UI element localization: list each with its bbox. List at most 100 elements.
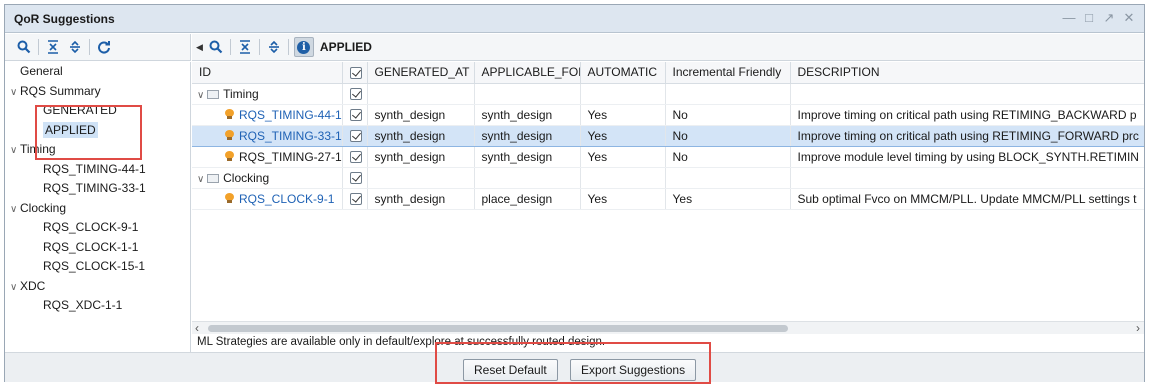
id-cell[interactable]: RQS_TIMING-33-1 — [192, 124, 343, 147]
close-icon[interactable]: ✕ — [1122, 10, 1136, 26]
column-header[interactable]: Incremental Friendly — [665, 62, 791, 84]
suggestion-link[interactable]: RQS_CLOCK-9-1 — [239, 192, 334, 206]
highlight-box — [435, 342, 711, 384]
checkbox-cell — [342, 124, 368, 147]
collapse-all-icon[interactable] — [42, 37, 64, 57]
table-row[interactable]: RQS_CLOCK-9-1 synth_design place_design Yes… — [192, 188, 1144, 210]
column-header[interactable]: GENERATED_AT — [367, 62, 475, 84]
applicable-for-cell: place_design — [474, 188, 581, 210]
tree-item[interactable]: General — [5, 62, 190, 82]
tree-item-label: RQS_CLOCK-15-1 — [43, 259, 146, 273]
description-cell: Sub optimal Fvco on MMCM/PLL. Update MMC… — [790, 188, 1144, 210]
scroll-left-icon[interactable]: ‹ — [195, 321, 199, 335]
tree-item[interactable]: RQS_XDC-1-1 — [5, 296, 190, 316]
generated-at-cell: synth_design — [367, 188, 475, 210]
expand-all-icon[interactable] — [263, 37, 285, 57]
tree-item[interactable]: RQS_TIMING-44-1 — [5, 160, 190, 180]
search-icon[interactable] — [13, 37, 35, 57]
caret-left-icon: ◀ — [196, 41, 203, 52]
expand-all-icon[interactable] — [64, 37, 86, 57]
table-group-row[interactable]: ∨ Clocking — [192, 167, 1144, 189]
column-header[interactable]: ID — [192, 62, 343, 84]
window-controls: — □ ↗ ✕ — [1062, 10, 1136, 26]
id-cell[interactable]: RQS_CLOCK-9-1 — [192, 188, 343, 210]
folder-icon — [207, 89, 220, 99]
apply-checkbox[interactable] — [349, 172, 362, 185]
minimize-icon[interactable]: — — [1062, 10, 1076, 26]
chevron-down-icon[interactable]: ∨ — [10, 200, 20, 220]
tree-item-label: RQS_TIMING-44-1 — [43, 161, 146, 176]
applicable-for-cell: synth_design — [474, 124, 581, 147]
refresh-icon[interactable] — [93, 37, 115, 57]
qor-suggestions-window: QoR Suggestions — □ ↗ ✕ ◀ i APPLIED Gene… — [4, 4, 1145, 384]
toolbar-separator — [287, 39, 289, 55]
incremental-friendly-cell: No — [665, 124, 791, 147]
table-group-row[interactable]: ∨ Timing — [192, 83, 1144, 105]
highlight-box — [35, 105, 142, 160]
window-title: QoR Suggestions — [14, 12, 115, 26]
description-cell: Improve timing on critical path using RE… — [790, 124, 1144, 147]
automatic-cell: Yes — [580, 188, 666, 210]
horizontal-scrollbar[interactable]: ‹ › — [192, 321, 1144, 335]
table-row[interactable]: RQS_TIMING-33-1 synth_design synth_design Y… — [192, 124, 1144, 147]
column-header[interactable]: AUTOMATIC — [580, 62, 666, 84]
tree-item[interactable]: ∨ Clocking — [5, 199, 190, 219]
select-all-checkbox[interactable] — [349, 67, 362, 80]
tree-toolbar — [5, 34, 191, 61]
empty-cell — [474, 167, 581, 189]
chevron-down-icon[interactable]: ∨ — [197, 90, 207, 101]
apply-checkbox[interactable] — [349, 151, 362, 164]
suggestion-id: Clocking — [223, 170, 270, 185]
generated-at-cell: synth_design — [367, 104, 475, 126]
column-header[interactable]: APPLICABLE_FOR — [474, 62, 581, 84]
toolbar-separator — [229, 39, 231, 55]
lightbulb-icon — [225, 150, 234, 162]
chevron-down-icon[interactable]: ∨ — [10, 278, 20, 298]
checkbox-cell — [342, 104, 368, 126]
id-cell[interactable]: RQS_TIMING-27-1 — [192, 146, 343, 168]
suggestion-link[interactable]: RQS_TIMING-44-1 — [239, 108, 341, 122]
tree-item[interactable]: ∨ RQS Summary — [5, 82, 190, 102]
id-cell[interactable]: RQS_TIMING-44-1 — [192, 104, 343, 126]
maximize-icon[interactable]: □ — [1082, 10, 1096, 26]
checkbox-cell — [342, 167, 368, 189]
tree-item-label: XDC — [20, 278, 46, 293]
search-icon[interactable] — [205, 37, 227, 57]
float-icon[interactable]: ↗ — [1102, 10, 1116, 26]
scroll-right-icon[interactable]: › — [1136, 321, 1140, 335]
id-cell[interactable]: ∨ Clocking — [192, 167, 343, 189]
empty-cell — [474, 83, 581, 105]
tree-item-label: RQS_XDC-1-1 — [43, 298, 123, 312]
folder-icon — [207, 173, 220, 183]
column-header[interactable] — [342, 62, 368, 84]
description-cell: Improve module level timing by using BLO… — [790, 146, 1144, 168]
chevron-down-icon[interactable]: ∨ — [10, 83, 20, 103]
tree-item[interactable]: RQS_CLOCK-15-1 — [5, 257, 190, 277]
incremental-friendly-cell: No — [665, 146, 791, 168]
tree-item[interactable]: ∨ XDC — [5, 277, 190, 297]
column-header[interactable]: DESCRIPTION — [790, 62, 1144, 84]
table-toolbar: ◀ i APPLIED — [192, 34, 1144, 61]
apply-checkbox[interactable] — [349, 109, 362, 122]
tree-item[interactable]: RQS_CLOCK-1-1 — [5, 238, 190, 258]
lightbulb-icon — [225, 192, 234, 204]
tree-item[interactable]: RQS_CLOCK-9-1 — [5, 218, 190, 238]
apply-checkbox[interactable] — [349, 88, 362, 101]
tree-item[interactable]: RQS_TIMING-33-1 — [5, 179, 190, 199]
empty-cell — [790, 83, 1144, 105]
suggestion-link[interactable]: RQS_TIMING-33-1 — [239, 129, 341, 143]
toolbar-separator — [89, 39, 90, 55]
table-row[interactable]: RQS_TIMING-27-1 synth_design synth_design Y… — [192, 146, 1144, 168]
collapse-all-icon[interactable] — [234, 37, 256, 57]
automatic-cell: Yes — [580, 146, 666, 168]
tree-item-label: RQS_TIMING-33-1 — [43, 181, 146, 195]
id-cell[interactable]: ∨ Timing — [192, 83, 343, 105]
apply-checkbox[interactable] — [349, 130, 362, 143]
chevron-down-icon[interactable]: ∨ — [10, 141, 20, 161]
checkbox-cell — [342, 188, 368, 210]
chevron-down-icon[interactable]: ∨ — [197, 174, 207, 185]
table-row[interactable]: RQS_TIMING-44-1 synth_design synth_design Y… — [192, 104, 1144, 126]
info-icon[interactable]: i — [293, 37, 314, 57]
apply-checkbox[interactable] — [349, 193, 362, 206]
scrollbar-thumb[interactable] — [208, 325, 788, 332]
